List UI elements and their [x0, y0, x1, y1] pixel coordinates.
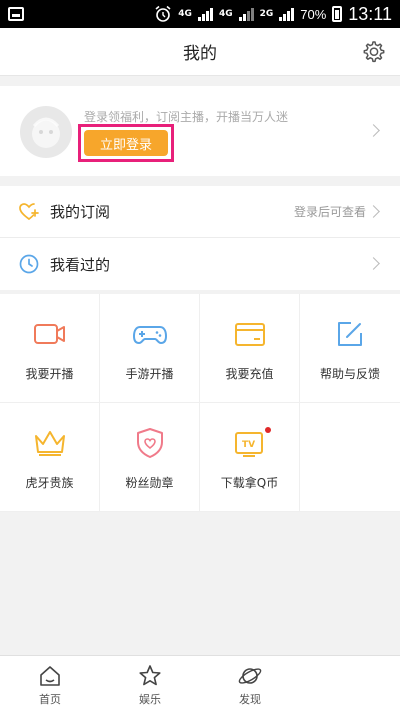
menu-list: 我的订阅 登录后可查看 我看过的	[0, 186, 400, 290]
crown-icon	[34, 430, 65, 456]
grid-item-fan-badge[interactable]: 粉丝勋章	[100, 403, 200, 512]
login-button[interactable]: 立即登录	[84, 130, 168, 156]
heart-plus-icon	[19, 202, 39, 220]
list-item-label: 我的订阅	[50, 203, 111, 221]
battery-percent: 70%	[300, 6, 327, 22]
login-button-highlight: 立即登录	[78, 124, 174, 162]
grid-item-help-feedback[interactable]: 帮助与反馈	[300, 294, 400, 403]
edit-icon	[338, 321, 362, 346]
bottom-tab-bar: 首页 娱乐 发现	[0, 655, 400, 713]
grid-item-mobile-game-broadcast[interactable]: 手游开播	[100, 294, 200, 403]
list-item-hint: 登录后可查看	[293, 205, 366, 219]
network-type-2: 4G	[218, 8, 233, 19]
grid-item-label: 手游开播	[125, 366, 174, 381]
settings-gear-icon[interactable]	[360, 39, 386, 65]
clock: 13:11	[348, 3, 392, 24]
notification-dot	[265, 427, 271, 433]
planet-icon	[238, 668, 262, 684]
grid-item-recharge[interactable]: 我要充值	[200, 294, 300, 403]
grid-item-label: 粉丝勋章	[125, 475, 174, 490]
grid-empty-cell	[300, 403, 400, 512]
video-camera-icon	[33, 323, 65, 344]
signal-2-icon	[238, 7, 254, 21]
grid-item-nobility[interactable]: 虎牙贵族	[0, 403, 100, 512]
battery-icon	[332, 6, 343, 22]
tab-entertainment[interactable]: 娱乐	[100, 656, 200, 713]
network-type-1: 4G	[178, 8, 192, 19]
profile-card[interactable]: 登录领福利，订阅主播，开播当万人迷 立即登录	[0, 86, 400, 176]
network-type-3: 2G	[259, 8, 274, 19]
signal-3-icon	[279, 7, 295, 21]
wallet-icon	[234, 322, 265, 346]
list-item-history[interactable]: 我看过的	[0, 238, 400, 290]
tab-home[interactable]: 首页	[0, 656, 100, 713]
status-bar: 4G 4G 2G 70% 13:11	[0, 0, 400, 28]
grid-item-label: 我要充值	[225, 366, 274, 381]
clock-icon	[19, 254, 39, 274]
chevron-right-icon	[367, 124, 380, 137]
grid-item-download-qcoin[interactable]: TV 下载拿Q币	[200, 403, 300, 512]
avatar[interactable]	[20, 106, 72, 158]
star-icon	[139, 665, 161, 686]
grid-item-label: 下载拿Q币	[220, 475, 279, 490]
feature-grid: 我要开播 手游开播 我要充值 帮助与反馈 虎牙贵族 粉丝勋章 TV 下载拿Q币	[0, 294, 400, 512]
gallery-notification-icon	[8, 7, 24, 21]
tab-label: 发现	[239, 693, 261, 706]
page-title: 我的	[183, 44, 217, 64]
gamepad-icon	[132, 325, 167, 344]
home-icon	[40, 666, 60, 686]
chevron-right-icon	[367, 205, 380, 218]
login-slogan: 登录领福利，订阅主播，开播当万人迷	[84, 110, 289, 124]
grid-item-label: 我要开播	[25, 366, 74, 381]
chevron-right-icon	[367, 257, 380, 270]
tv-icon: TV	[234, 431, 263, 457]
alarm-icon	[155, 5, 171, 22]
grid-item-start-broadcast[interactable]: 我要开播	[0, 294, 100, 403]
tab-label: 首页	[39, 693, 61, 706]
list-item-subscriptions[interactable]: 我的订阅 登录后可查看	[0, 186, 400, 238]
grid-item-label: 帮助与反馈	[319, 366, 380, 381]
grid-item-label: 虎牙贵族	[25, 475, 74, 490]
tab-label: 娱乐	[139, 693, 161, 706]
svg-text:TV: TV	[242, 440, 255, 450]
list-item-label: 我看过的	[50, 255, 111, 274]
page-header: 我的	[0, 28, 400, 76]
default-avatar-icon	[32, 117, 60, 148]
tab-discover[interactable]: 发现	[200, 656, 300, 713]
signal-1-icon	[197, 7, 213, 21]
heart-shield-icon	[136, 427, 163, 458]
